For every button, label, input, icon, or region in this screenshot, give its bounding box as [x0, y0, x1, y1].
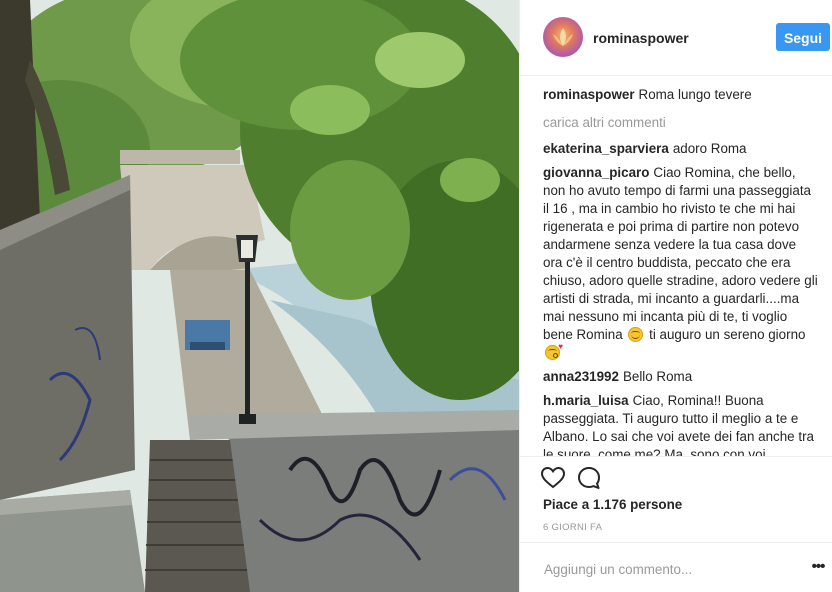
caption-username[interactable]: rominaspower: [543, 87, 635, 102]
instagram-post: rominaspower Segui rominaspower Roma lung…: [0, 0, 832, 592]
comment-bubble-icon[interactable]: [576, 465, 602, 491]
add-comment-bar: •••: [520, 542, 832, 592]
author-username[interactable]: rominaspower: [593, 30, 689, 46]
post-photo[interactable]: [0, 0, 519, 592]
comment-item: ekaterina_sparviera adoro Roma: [543, 140, 818, 158]
comment-item: h.maria_luisa Ciao, Romina!! Buona passeg…: [543, 392, 818, 456]
post-date[interactable]: 6 GIORNI FA: [543, 522, 602, 533]
comment-username[interactable]: ekaterina_sparviera: [543, 141, 669, 156]
comment-text-continued: ti auguro un sereno giorno: [649, 327, 806, 342]
comment-item: anna231992 Bello Roma: [543, 368, 818, 386]
comments-list[interactable]: rominaspower Roma lungo tevere carica alt…: [543, 86, 818, 456]
smiling-face-emoji: [628, 327, 644, 342]
likes-count[interactable]: Piace a 1.176 persone: [543, 497, 682, 512]
post-side-panel: rominaspower Segui rominaspower Roma lung…: [519, 0, 832, 592]
avatar[interactable]: [543, 17, 583, 57]
comment-username[interactable]: anna231992: [543, 369, 619, 384]
comment-text: Bello Roma: [622, 369, 693, 384]
comment-text: Ciao Romina, che bello, non ho avuto tem…: [543, 165, 818, 342]
follow-button[interactable]: Segui: [776, 23, 830, 51]
photo-scene: [0, 0, 519, 592]
post-header: rominaspower Segui: [520, 0, 832, 76]
caption-text: Roma lungo tevere: [638, 87, 752, 102]
heart-icon[interactable]: [540, 465, 566, 491]
face-blowing-kiss-emoji: ♥: [545, 343, 563, 360]
lotus-icon: [553, 28, 573, 46]
add-comment-input[interactable]: [542, 558, 786, 580]
load-more-comments-link[interactable]: carica altri commenti: [543, 114, 818, 132]
comment-text: adoro Roma: [672, 141, 747, 156]
post-actions: [520, 456, 832, 500]
caption: rominaspower Roma lungo tevere: [543, 86, 818, 104]
comment-username[interactable]: h.maria_luisa: [543, 393, 629, 408]
comment-username[interactable]: giovanna_picaro: [543, 165, 649, 180]
more-options-icon[interactable]: •••: [809, 557, 827, 577]
comment-item: giovanna_picaro Ciao Romina, che bello, n…: [543, 164, 818, 362]
